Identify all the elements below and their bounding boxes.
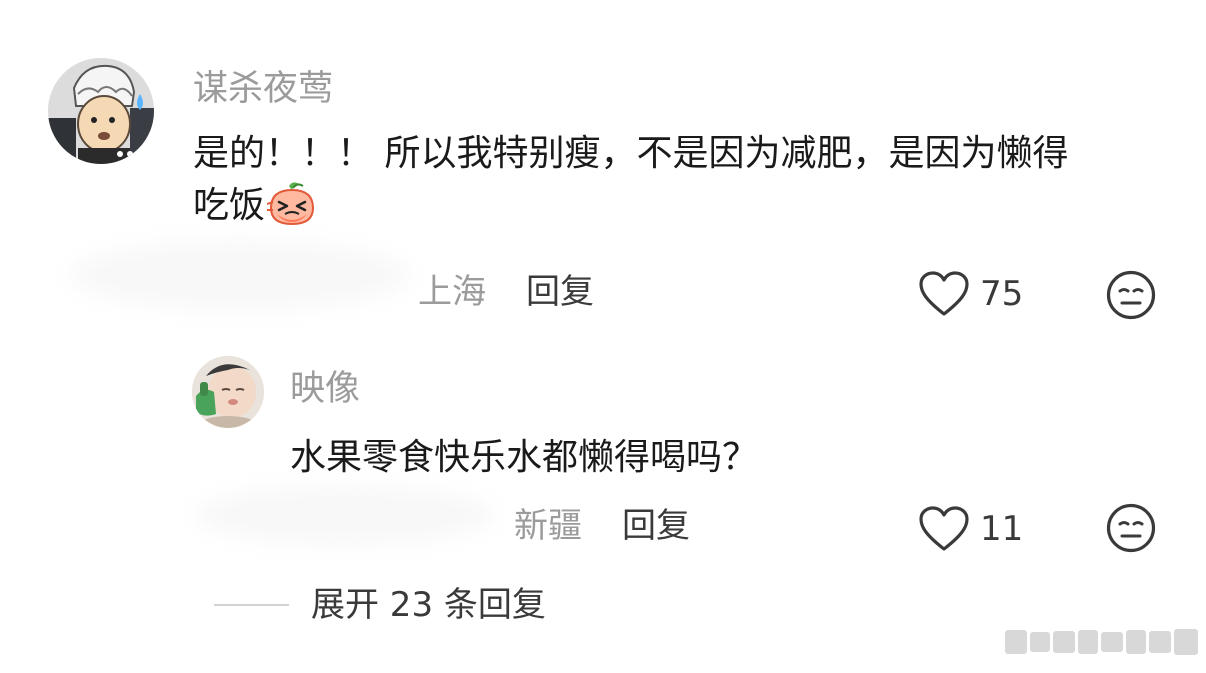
comment-like-count: 75 xyxy=(980,274,1024,314)
expand-replies-label: 展开 23 条回复 xyxy=(311,585,546,625)
comment-text-line: 是的！！！ 所以我特别瘦，不是因为减肥，是因为懒得 xyxy=(193,133,1069,174)
comment-reply-button[interactable]: 回复 xyxy=(526,272,594,312)
meh-face-icon xyxy=(1106,270,1156,320)
reply-reaction-button[interactable] xyxy=(1105,502,1157,554)
heart-outline-icon xyxy=(919,271,969,316)
comment-reaction-button[interactable] xyxy=(1105,269,1157,321)
reply-text: 水果零食快乐水都懒得喝吗？ xyxy=(290,437,759,478)
baby-photo-avatar-image xyxy=(192,356,264,428)
reply-location: 新疆 xyxy=(514,506,582,546)
cartoon-character-avatar-image xyxy=(48,58,154,164)
expand-replies-button[interactable]: 展开 23 条回复 xyxy=(214,585,546,625)
comment-thread: 谋杀夜莺 是的！！！ 所以我特别瘦，不是因为减肥，是因为懒得 吃饭 上海 回复 … xyxy=(0,0,1206,673)
comment-like-button[interactable]: 75 xyxy=(918,270,1023,318)
comment-text-line: 吃饭 xyxy=(193,180,1068,232)
reply-reply-button[interactable]: 回复 xyxy=(622,506,690,546)
comment-location: 上海 xyxy=(418,272,486,312)
blurred-area xyxy=(70,240,410,310)
reply-like-count: 11 xyxy=(980,509,1024,549)
comment-username[interactable]: 谋杀夜莺 xyxy=(193,69,333,109)
reply-username[interactable]: 映像 xyxy=(290,369,360,409)
comment-text: 是的！！！ 所以我特别瘦，不是因为减肥，是因为懒得 吃饭 xyxy=(193,128,1068,232)
comment-text-line-end: 吃饭 xyxy=(193,185,266,226)
heart-outline-icon xyxy=(919,506,969,551)
expand-divider xyxy=(214,604,289,606)
blurred-area xyxy=(195,485,495,545)
meh-face-icon xyxy=(1106,503,1156,553)
avatar[interactable] xyxy=(48,58,154,164)
crying-peach-emoji xyxy=(267,180,317,226)
reply-avatar[interactable] xyxy=(192,356,264,428)
watermark xyxy=(1005,625,1198,659)
reply-like-button[interactable]: 11 xyxy=(918,505,1023,553)
